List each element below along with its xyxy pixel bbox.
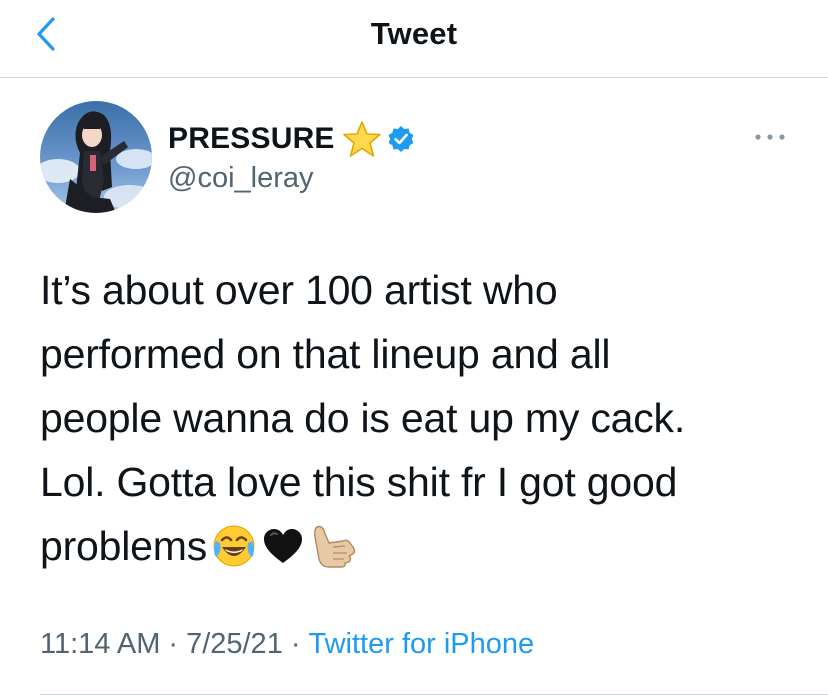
divider	[40, 694, 828, 695]
tweet-line: people wanna do is eat up my cack.	[40, 395, 686, 441]
verified-badge-icon	[387, 125, 415, 153]
avatar[interactable]	[40, 101, 152, 213]
navigation-bar: Tweet	[0, 0, 828, 78]
tweet-time: 11:14 AM	[40, 628, 161, 660]
tweet-text: It’s about over 100 artist who performed…	[40, 258, 800, 587]
display-name: PRESSURE	[168, 122, 335, 155]
tweet-meta: 11:14 AM · 7/25/21 · Twitter for iPhone	[40, 628, 534, 661]
separator: ·	[168, 628, 179, 660]
tweet-line: It’s about over 100 artist who	[40, 267, 558, 313]
page-title: Tweet	[370, 16, 458, 51]
call-me-hand-icon	[309, 523, 357, 587]
separator: ·	[290, 628, 301, 660]
user-handle[interactable]: @coi_leray	[168, 162, 314, 195]
source-link[interactable]: Twitter for iPhone	[309, 628, 535, 660]
tweet-last-line: problems	[40, 514, 800, 587]
author-name-row[interactable]: PRESSURE	[168, 118, 415, 160]
more-button[interactable]	[750, 125, 790, 149]
tweet-date: 7/25/21	[186, 628, 283, 660]
tweet-line: problems	[40, 523, 208, 569]
star-icon	[342, 120, 381, 158]
face-with-tears-of-joy-icon	[211, 523, 257, 587]
black-heart-icon	[261, 523, 305, 587]
more-dots-icon	[754, 128, 786, 146]
tweet-line: Lol. Gotta love this shit fr I got good	[40, 459, 678, 505]
tweet-line: performed on that lineup and all	[40, 331, 611, 377]
